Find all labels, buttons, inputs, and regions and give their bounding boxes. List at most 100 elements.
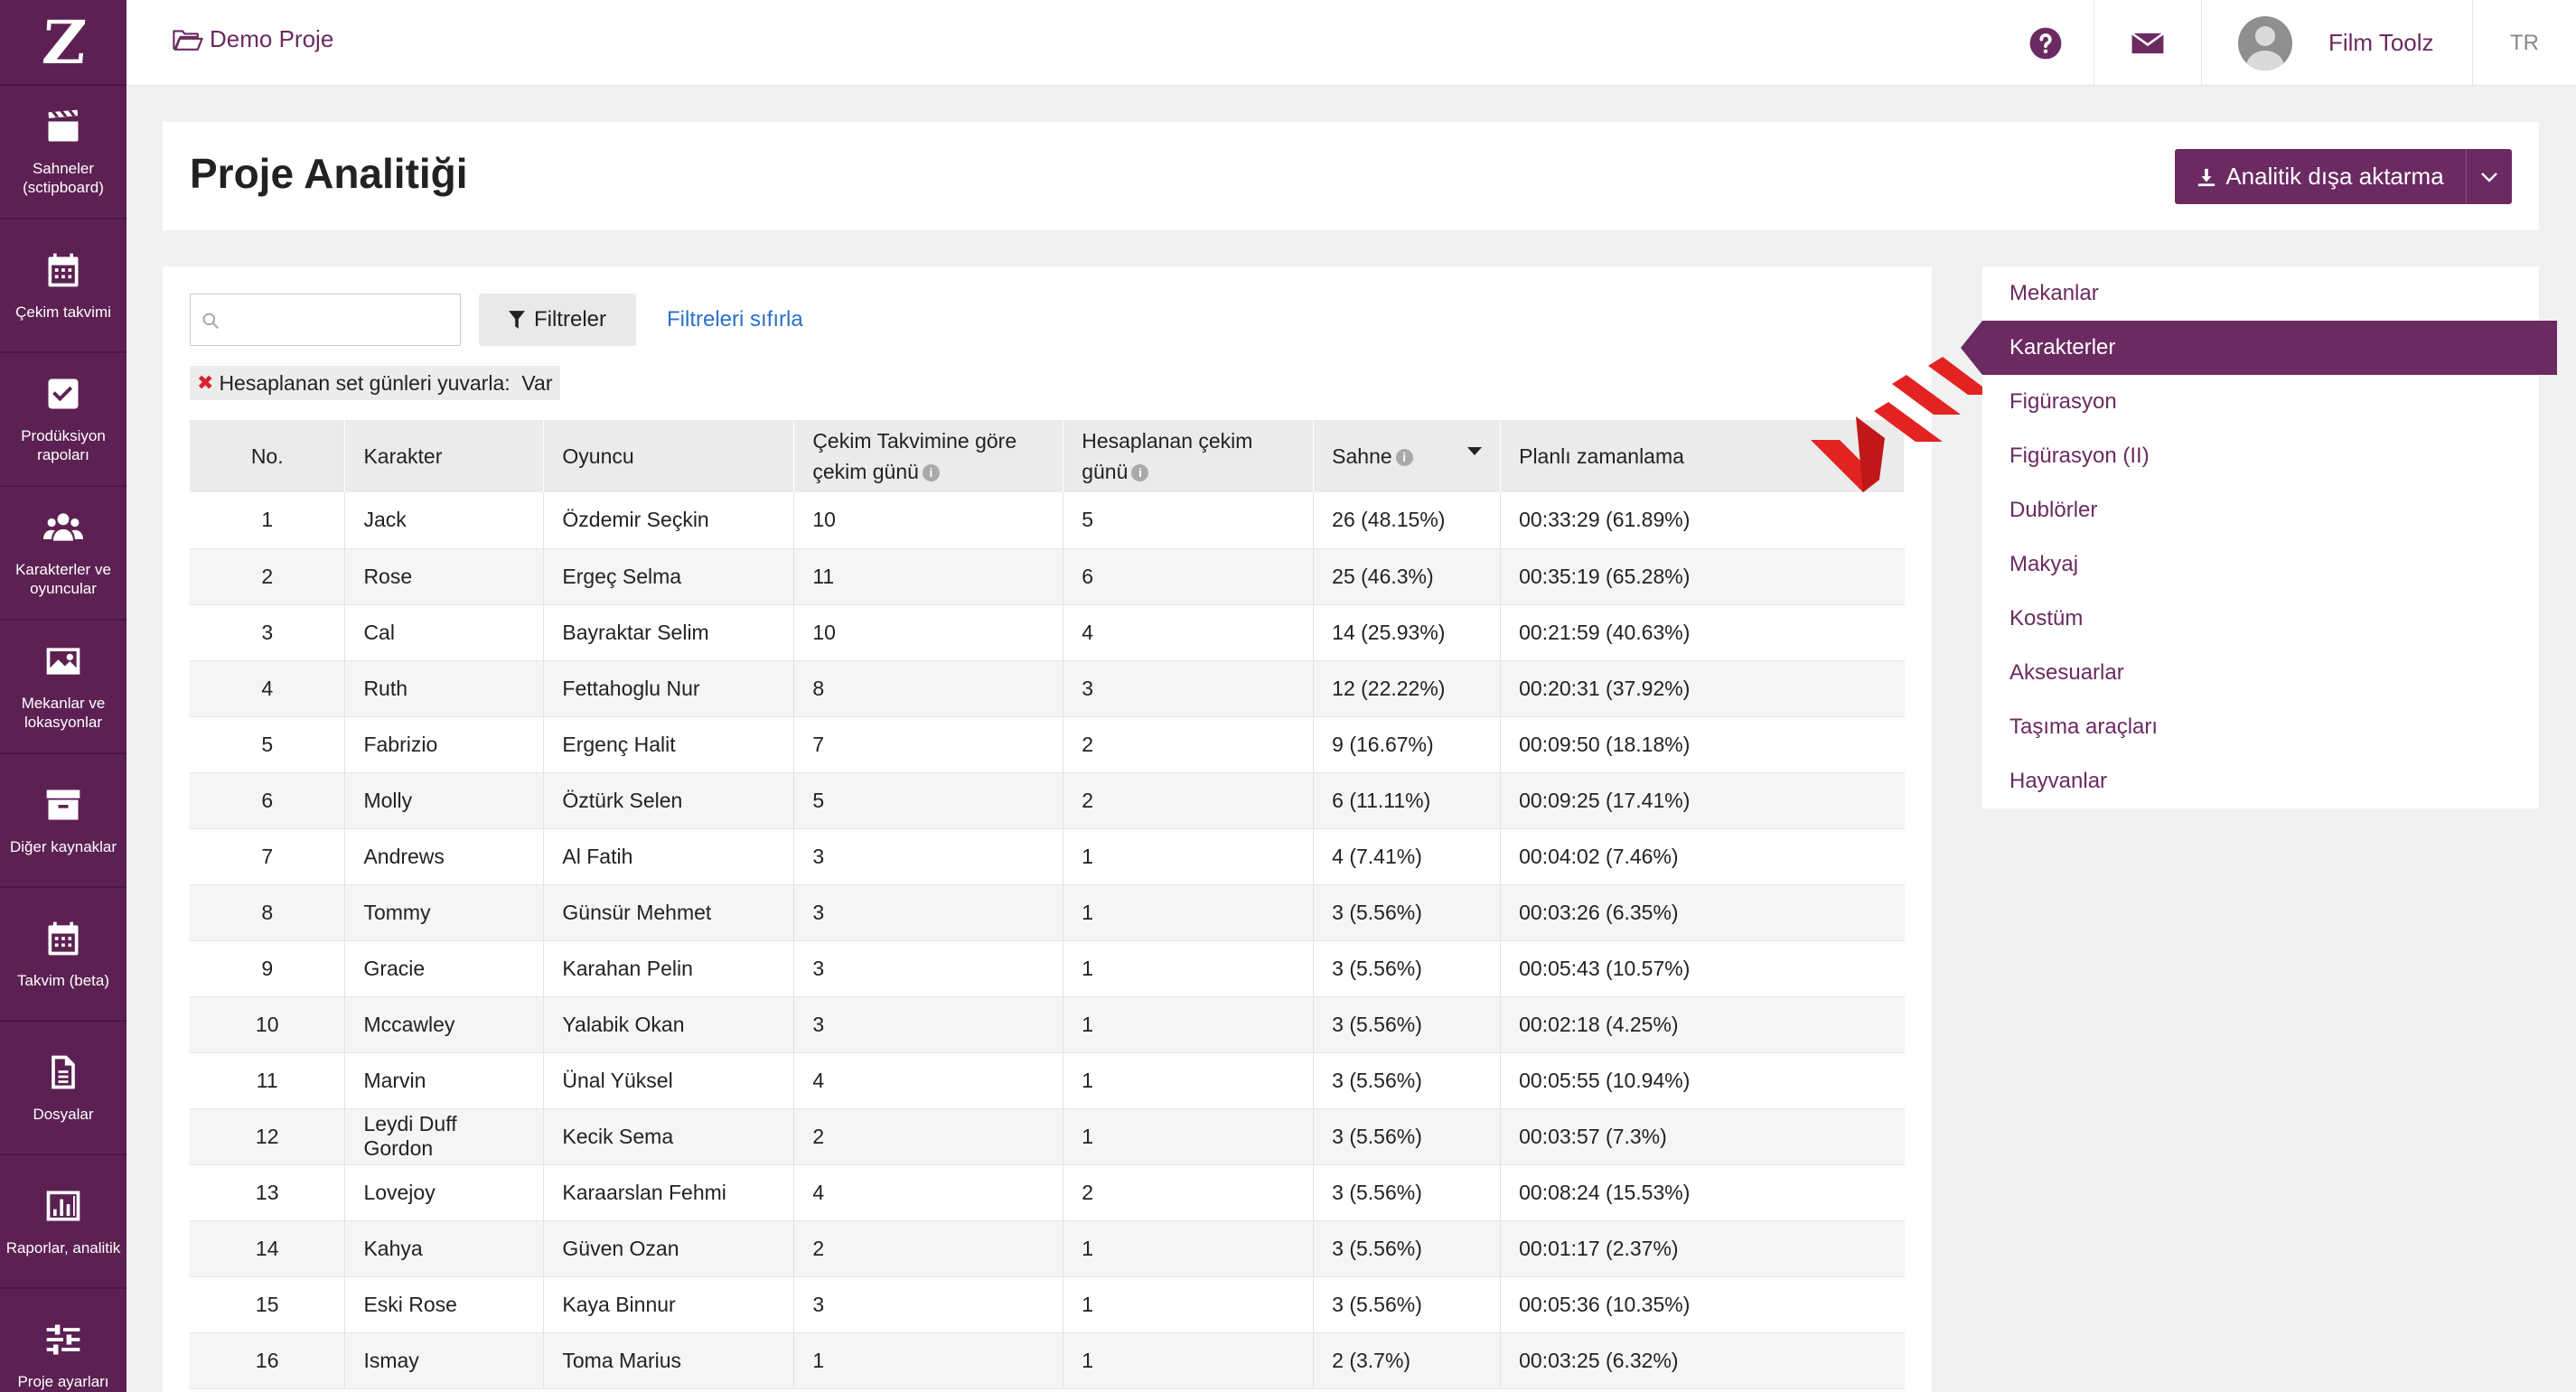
search-field[interactable]: [190, 294, 461, 346]
filters-button[interactable]: Filtreler: [479, 294, 636, 346]
breadcrumb[interactable]: Demo Proje: [172, 25, 333, 53]
cell-no: 9: [190, 940, 346, 997]
table-row[interactable]: 10 Mccawley Yalabik Okan 3 1 3 (5.56%) 00:02:1…: [190, 996, 1905, 1053]
cell-scenes: 3 (5.56%): [1313, 1276, 1502, 1333]
table-row[interactable]: 1 Jack Özdemir Seçkin 10 5 26 (48.15%) 00:33:2…: [190, 492, 1905, 549]
table-row[interactable]: 13 Lovejoy Karaarslan Fehmi 4 2 3 (5.56%) 00:0…: [190, 1164, 1905, 1221]
reset-filters-link[interactable]: Filtreleri sıfırla: [667, 307, 803, 332]
table-row[interactable]: 11 Marvin Ünal Yüksel 4 1 3 (5.56%) 00:05:55 (…: [190, 1052, 1905, 1109]
characters-analytics-table: No. Karakter Oyuncu Çekim Takvimine göre…: [190, 420, 1905, 1389]
sidebar-item-locations[interactable]: Mekanlar ve lokasyonlar: [0, 621, 126, 754]
sidebar-item-characters-actors[interactable]: Karakterler ve oyuncular: [0, 487, 126, 621]
nav-item-extras[interactable]: Figürasyon: [1982, 375, 2539, 429]
cell-no: 8: [190, 884, 346, 941]
cell-schedule-days: 2: [793, 1108, 1064, 1165]
info-icon[interactable]: i: [1131, 464, 1149, 482]
column-header-no[interactable]: No.: [190, 420, 346, 492]
column-header-character[interactable]: Karakter: [344, 420, 545, 492]
cell-calculated-days: 1: [1063, 828, 1315, 885]
nav-item-extras-2[interactable]: Figürasyon (II): [1982, 429, 2539, 483]
nav-item-animals[interactable]: Hayvanlar: [1982, 754, 2539, 808]
column-header-actor[interactable]: Oyuncu: [543, 420, 795, 492]
cell-character: Rose: [344, 548, 545, 605]
language-selector[interactable]: TR: [2472, 0, 2576, 86]
nav-item-vehicles[interactable]: Taşıma araçları: [1982, 700, 2539, 754]
cell-calculated-days: 1: [1063, 940, 1315, 997]
header-label: Oyuncu: [562, 444, 634, 468]
archive-box-icon: [46, 789, 80, 819]
table-row[interactable]: 2 Rose Ergeç Selma 11 6 25 (46.3%) 00:35:19 (6…: [190, 548, 1905, 605]
header-label: günü: [1082, 460, 1129, 483]
top-header: Demo Proje Film Toolz TR: [126, 0, 2576, 86]
table-row[interactable]: 7 Andrews Al Fatih 3 1 4 (7.41%) 00:04:02 (7.4…: [190, 828, 1905, 885]
export-main-action[interactable]: Analitik dışa aktarma: [2175, 149, 2467, 204]
header-label: Çekim Takvimine göre: [812, 429, 1017, 453]
calendar-icon: [48, 253, 79, 286]
sidebar-item-reports-analytics[interactable]: Raporlar, analitik: [0, 1155, 126, 1289]
cell-schedule-days: 3: [793, 996, 1064, 1053]
cell-no: 7: [190, 828, 346, 885]
table-row[interactable]: 15 Eski Rose Kaya Binnur 3 1 3 (5.56%) 00:05:3…: [190, 1276, 1905, 1333]
cell-planned-timing: 00:33:29 (61.89%): [1500, 492, 1905, 549]
cell-schedule-days: 8: [793, 660, 1064, 717]
cell-actor: Ünal Yüksel: [543, 1052, 795, 1109]
cell-schedule-days: 2: [793, 1220, 1064, 1277]
export-analytics-button[interactable]: Analitik dışa aktarma: [2175, 149, 2512, 204]
column-header-scenes[interactable]: Sahne i: [1313, 420, 1502, 492]
folder-open-icon: [173, 29, 203, 51]
header-label: Hesaplanan çekim: [1082, 429, 1253, 453]
cell-scenes: 4 (7.41%): [1313, 828, 1502, 885]
sidebar-item-scenes[interactable]: Sahneler (sctipboard): [0, 86, 126, 220]
sidebar-item-project-settings[interactable]: Proje ayarları: [0, 1289, 126, 1392]
table-row[interactable]: 4 Ruth Fettahoglu Nur 8 3 12 (22.22%) 00:20:31…: [190, 660, 1905, 717]
nav-item-costume[interactable]: Kostüm: [1982, 592, 2539, 646]
messages-button[interactable]: [2094, 0, 2201, 86]
cell-actor: Yalabik Okan: [543, 996, 795, 1053]
cell-character: Andrews: [344, 828, 545, 885]
nav-item-props[interactable]: Aksesuarlar: [1982, 646, 2539, 700]
cell-planned-timing: 00:09:50 (18.18%): [1500, 716, 1905, 773]
nav-item-makeup[interactable]: Makyaj: [1982, 537, 2539, 592]
table-row[interactable]: 5 Fabrizio Ergenç Halit 7 2 9 (16.67%) 00:09:5…: [190, 716, 1905, 773]
cell-character: Fabrizio: [344, 716, 545, 773]
nav-item-characters[interactable]: Karakterler: [1961, 321, 2557, 375]
table-row[interactable]: 6 Molly Öztürk Selen 5 2 6 (11.11%) 00:09:25 (…: [190, 772, 1905, 829]
search-input[interactable]: [230, 302, 452, 338]
cell-scenes: 3 (5.56%): [1313, 884, 1502, 941]
remove-filter-icon[interactable]: ✖: [197, 371, 213, 395]
sidebar-item-shooting-schedule[interactable]: Çekim takvimi: [0, 220, 126, 353]
user-menu[interactable]: Film Toolz: [2201, 0, 2472, 86]
sidebar-item-production-reports[interactable]: Prodüksiyon rapoları: [0, 353, 126, 487]
sidebar-item-other-resources[interactable]: Diğer kaynaklar: [0, 754, 126, 888]
sidebar-item-files[interactable]: Dosyalar: [0, 1022, 126, 1155]
cell-actor: Özdemir Seçkin: [543, 492, 795, 549]
info-icon[interactable]: i: [922, 464, 940, 482]
column-header-calculated-days[interactable]: Hesaplanan çekim günü i: [1063, 420, 1315, 492]
cell-calculated-days: 1: [1063, 1052, 1315, 1109]
help-button[interactable]: [1997, 0, 2094, 86]
sort-desc-icon[interactable]: [1467, 445, 1483, 456]
table-row[interactable]: 9 Gracie Karahan Pelin 3 1 3 (5.56%) 00:05:43 …: [190, 940, 1905, 997]
table-row[interactable]: 8 Tommy Günsür Mehmet 3 1 3 (5.56%) 00:03:26 (…: [190, 884, 1905, 941]
cell-no: 11: [190, 1052, 346, 1109]
nav-item-stunts[interactable]: Dublörler: [1982, 483, 2539, 537]
cell-planned-timing: 00:04:02 (7.46%): [1500, 828, 1905, 885]
cell-actor: Bayraktar Selim: [543, 604, 795, 661]
search-icon: [202, 313, 220, 330]
cell-scenes: 3 (5.56%): [1313, 1164, 1502, 1221]
sidebar-item-calendar-beta[interactable]: Takvim (beta): [0, 888, 126, 1022]
cell-actor: Ergeç Selma: [543, 548, 795, 605]
cell-actor: Karahan Pelin: [543, 940, 795, 997]
info-icon[interactable]: i: [1395, 449, 1413, 467]
cell-schedule-days: 11: [793, 548, 1064, 605]
cell-planned-timing: 00:05:43 (10.57%): [1500, 940, 1905, 997]
column-header-schedule-days[interactable]: Çekim Takvimine göre çekim günü i: [793, 420, 1064, 492]
table-row[interactable]: 3 Cal Bayraktar Selim 10 4 14 (25.93%) 00:21:5…: [190, 604, 1905, 661]
table-row[interactable]: 12 Leydi Duff Gordon Kecik Sema 2 1 3 (5.56%)…: [190, 1108, 1905, 1165]
table-row[interactable]: 14 Kahya Güven Ozan 2 1 3 (5.56%) 00:01:17 (2.…: [190, 1220, 1905, 1277]
sidebar-item-label: Çekim takvimi: [15, 303, 111, 321]
export-dropdown-toggle[interactable]: [2467, 149, 2512, 204]
nav-item-locations[interactable]: Mekanlar: [1982, 266, 2539, 321]
app-logo[interactable]: Z: [0, 0, 126, 86]
table-row[interactable]: 16 Ismay Toma Marius 1 1 2 (3.7%) 00:03:25 (6.…: [190, 1332, 1905, 1389]
